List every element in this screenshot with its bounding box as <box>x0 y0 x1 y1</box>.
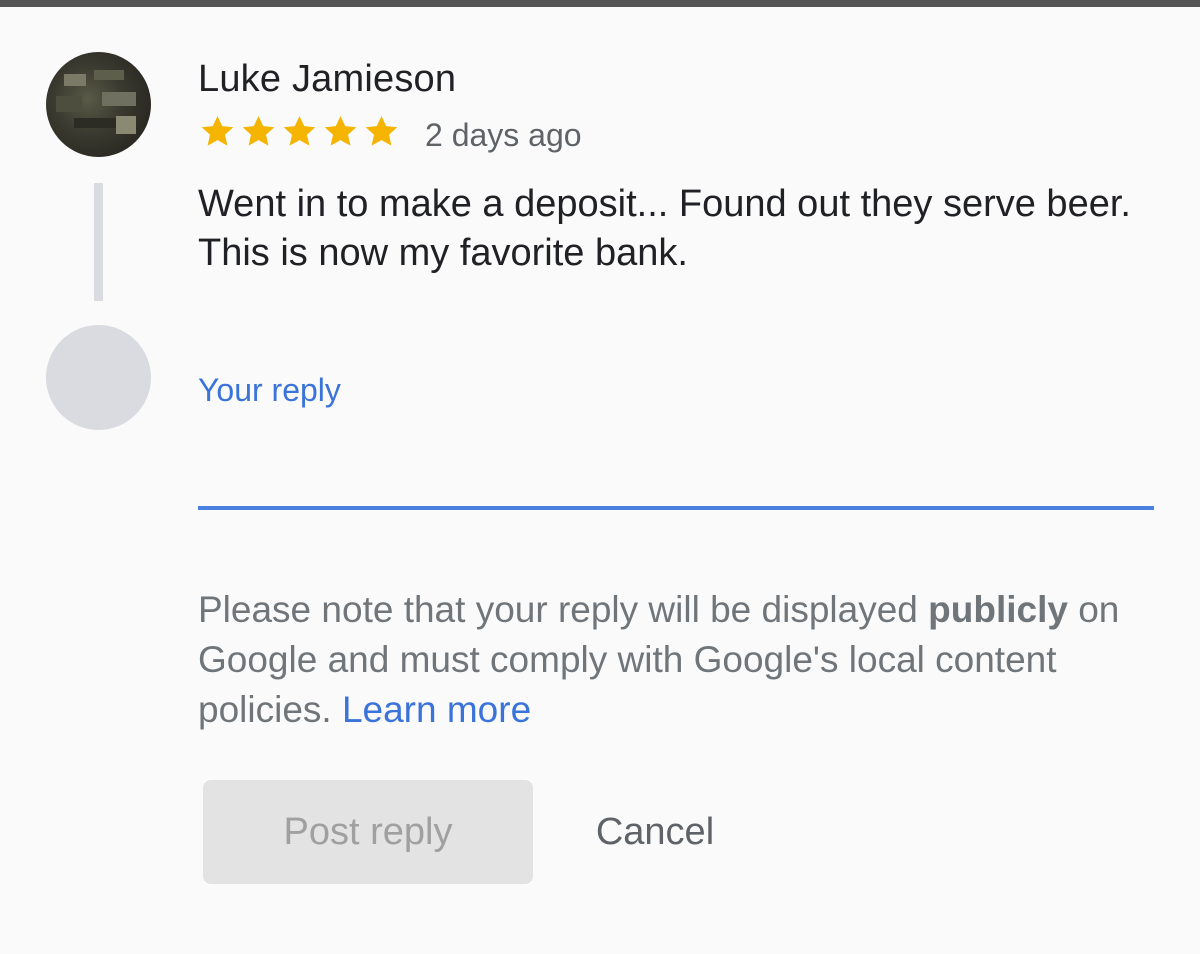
star-icon <box>321 112 360 151</box>
avatar-photo-detail <box>56 96 82 112</box>
avatar-photo-detail <box>116 116 136 134</box>
top-bar <box>0 0 1200 7</box>
thread-connector-line <box>94 183 103 301</box>
star-rating <box>198 112 401 151</box>
owner-avatar-placeholder <box>46 325 151 430</box>
avatar-photo-detail <box>102 92 136 106</box>
avatar-photo-detail <box>74 118 118 128</box>
public-reply-notice: Please note that your reply will be disp… <box>198 585 1158 735</box>
reply-input[interactable] <box>198 420 1154 510</box>
review-text: Went in to make a deposit... Found out t… <box>198 183 1131 274</box>
reviewer-avatar[interactable] <box>46 52 151 157</box>
star-icon <box>280 112 319 151</box>
review-timestamp: 2 days ago <box>425 117 582 153</box>
cancel-button[interactable]: Cancel <box>560 780 750 884</box>
notice-text-start: Please note that your reply will be disp… <box>198 589 929 630</box>
avatar-photo-detail <box>64 74 86 86</box>
reviewer-name[interactable]: Luke Jamieson <box>198 58 456 101</box>
learn-more-link[interactable]: Learn more <box>342 689 531 730</box>
avatar-photo-detail <box>94 70 124 80</box>
star-icon <box>362 112 401 151</box>
reply-field-label: Your reply <box>198 372 341 408</box>
review-reply-screen: Luke Jamieson 2 days ago Went in to make… <box>0 0 1200 954</box>
notice-text-bold: publicly <box>928 589 1068 630</box>
star-icon <box>239 112 278 151</box>
post-reply-button[interactable]: Post reply <box>203 780 533 884</box>
star-icon <box>198 112 237 151</box>
